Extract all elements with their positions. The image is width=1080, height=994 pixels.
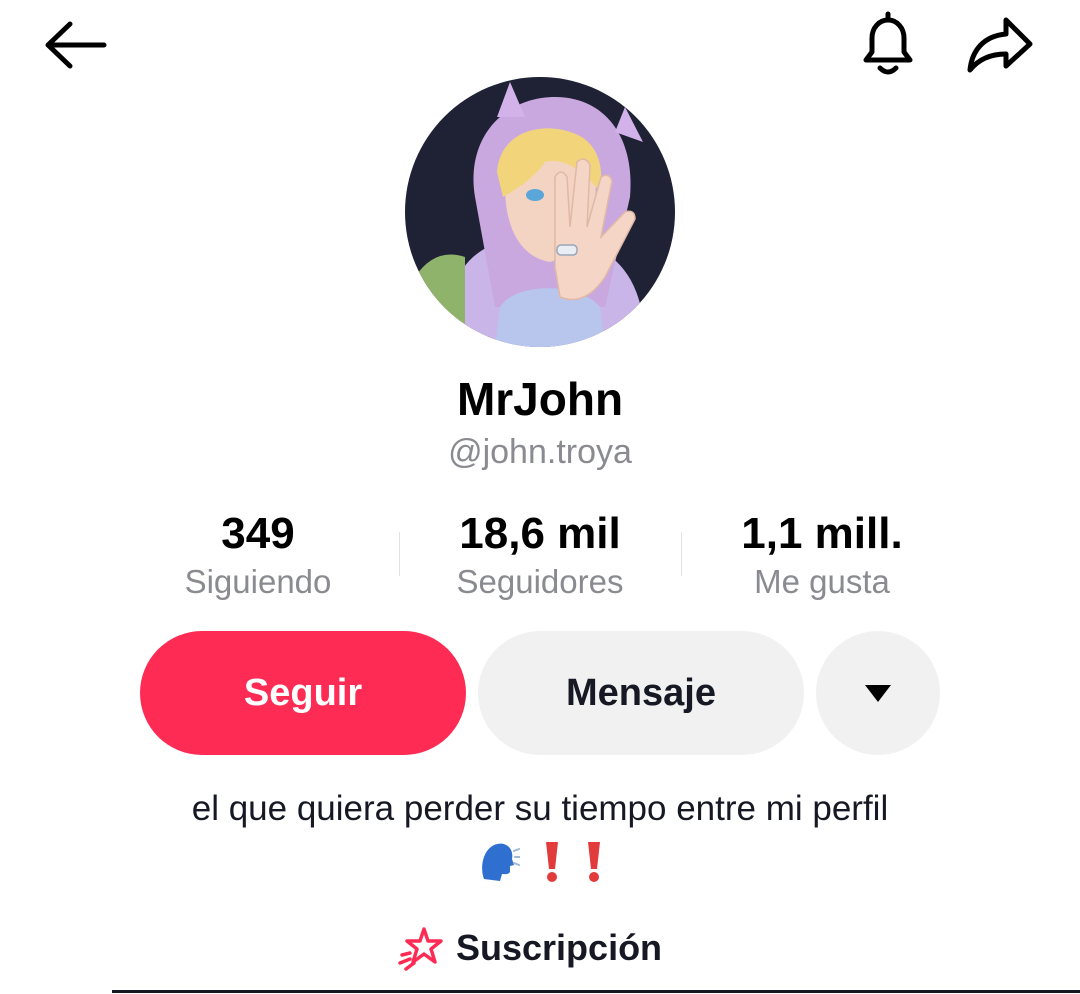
profile-avatar[interactable] bbox=[405, 77, 675, 347]
more-options-button[interactable] bbox=[816, 631, 940, 755]
bio-text: el que quiera perder su tiempo entre mi … bbox=[191, 789, 889, 828]
stat-divider bbox=[681, 532, 682, 576]
username: @john.troya bbox=[448, 433, 632, 471]
tab-subscription[interactable]: Suscripción bbox=[398, 920, 662, 976]
stat-divider bbox=[399, 532, 400, 576]
exclamation-emoji bbox=[584, 839, 604, 888]
stat-likes[interactable]: 1,1 mill. Me gusta bbox=[694, 508, 950, 604]
tab-underline bbox=[112, 990, 1080, 993]
star-icon bbox=[398, 927, 443, 971]
message-button[interactable]: Mensaje bbox=[478, 631, 804, 755]
share-button[interactable] bbox=[962, 12, 1038, 76]
stat-label: Siguiendo bbox=[184, 563, 332, 600]
notification-bell-button[interactable] bbox=[852, 10, 924, 78]
follow-button[interactable]: Seguir bbox=[140, 631, 466, 755]
triangle-down-icon bbox=[865, 685, 891, 702]
stat-label: Seguidores bbox=[456, 563, 624, 600]
bio-emoji-row bbox=[0, 838, 1080, 888]
bell-icon bbox=[863, 11, 913, 75]
anime-avatar-image bbox=[405, 77, 675, 347]
stat-value: 18,6 mil bbox=[459, 509, 621, 558]
share-arrow-icon bbox=[967, 17, 1033, 73]
stat-value: 349 bbox=[221, 509, 295, 558]
back-button[interactable] bbox=[40, 16, 110, 74]
exclamation-emoji bbox=[542, 839, 562, 888]
stat-followers[interactable]: 18,6 mil Seguidores bbox=[412, 508, 668, 604]
speaking-head-emoji bbox=[476, 839, 521, 888]
stat-value: 1,1 mill. bbox=[741, 509, 903, 558]
display-name: MrJohn bbox=[456, 373, 624, 425]
stat-following[interactable]: 349 Siguiendo bbox=[130, 508, 386, 604]
arrow-left-icon bbox=[45, 21, 107, 69]
stat-label: Me gusta bbox=[754, 563, 890, 600]
profile-page: MrJohn @john.troya 349 Siguiendo 18,6 mi… bbox=[0, 0, 1080, 994]
tab-subscription-label: Suscripción bbox=[456, 927, 663, 968]
